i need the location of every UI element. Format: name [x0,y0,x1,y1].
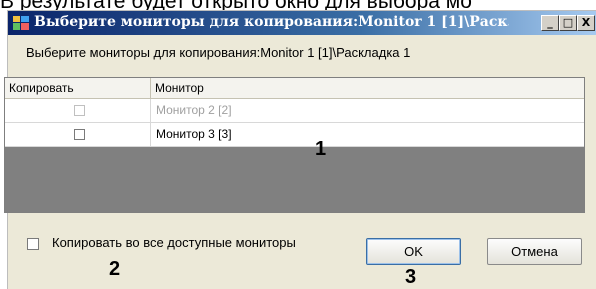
grid-header: Копировать Монитор [5,78,584,99]
close-button[interactable]: X [577,15,595,31]
table-row[interactable]: Монитор 3 [3] [5,123,584,147]
copy-all-label[interactable]: Копировать во все доступные мониторы [52,235,296,250]
prompt-text: Выберите мониторы для копирования:Monito… [26,45,411,60]
column-header-monitor[interactable]: Монитор [151,78,584,98]
column-header-copy[interactable]: Копировать [5,78,151,98]
title-bar[interactable]: Выберите мониторы для копирования:Monito… [8,11,596,35]
copy-checkbox[interactable] [74,129,85,140]
annotation-3: 3 [405,266,417,288]
minimize-button[interactable]: _ [541,15,559,31]
monitor-name: Монитор 2 [2] [156,103,232,117]
monitor-name: Монитор 3 [3] [156,127,232,141]
table-row[interactable]: Монитор 2 [2] [5,99,584,123]
window-title: Выберите мониторы для копирования:Monito… [34,14,509,30]
copy-checkbox [74,105,85,116]
cancel-button[interactable]: Отмена [487,238,582,265]
monitor-grid: Копировать Монитор Монитор 2 [2] Монитор… [4,77,585,213]
monitor-grid-icon [13,16,29,30]
copy-all-checkbox[interactable] [27,238,39,250]
maximize-button[interactable]: □ [559,15,577,31]
copy-cell [5,99,151,122]
annotation-2: 2 [109,258,121,280]
annotation-1: 1 [315,138,327,160]
copy-cell [5,123,151,146]
ok-button[interactable]: OK [366,238,461,265]
